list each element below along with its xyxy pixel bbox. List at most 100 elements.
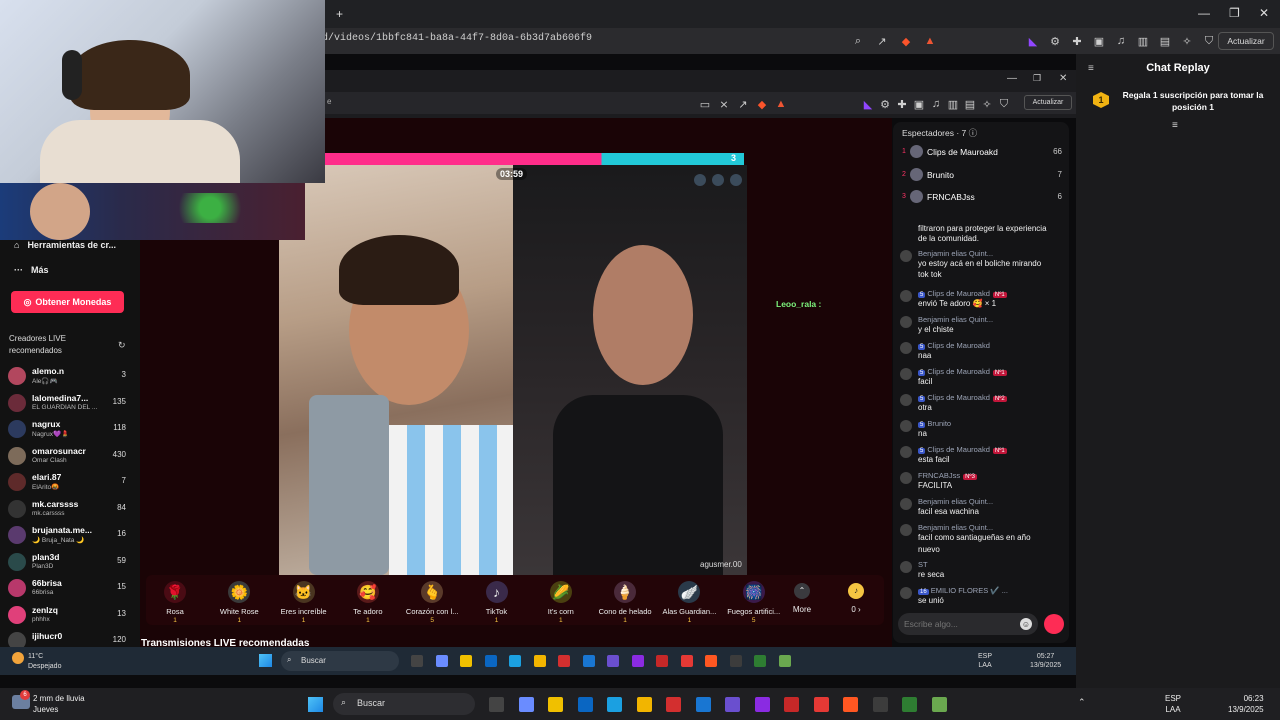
- creator-item[interactable]: nagrux Nagrux💜💄 118: [8, 418, 128, 444]
- language-indicator[interactable]: ESP LAA: [1165, 693, 1181, 715]
- inner-cast-icon[interactable]: ▭: [697, 96, 713, 112]
- chat-avatar[interactable]: [900, 561, 912, 573]
- chat-username-line[interactable]: ST: [918, 560, 928, 569]
- chat-input-box[interactable]: ☺: [898, 613, 1038, 635]
- extensions-puzzle-icon[interactable]: ✚: [1069, 33, 1085, 49]
- proton-icon[interactable]: [725, 697, 740, 712]
- streamer-icon[interactable]: [784, 697, 799, 712]
- outlook-icon[interactable]: [577, 697, 593, 712]
- tray-chevron-up-icon[interactable]: ⌃: [1078, 697, 1086, 708]
- creator-item[interactable]: omarosunacr Omar Clash 430: [8, 445, 128, 471]
- chat-avatar[interactable]: [900, 446, 912, 458]
- inner-twitch-icon[interactable]: ◣: [860, 96, 876, 112]
- inner-close-icon[interactable]: ✕: [1059, 73, 1067, 84]
- chat-username-line[interactable]: 5 Clips de Mauroakd Nº2: [918, 393, 1007, 402]
- viewer-row[interactable]: 1 Clips de Mauroakd 66: [902, 144, 1062, 164]
- viewer-row[interactable]: 2 Brunito 7: [902, 167, 1062, 187]
- chat-avatar[interactable]: [900, 587, 912, 599]
- sidebar-item-tools[interactable]: ⌂ Herramientas de cr...: [14, 240, 116, 250]
- emoji-icon[interactable]: ☺: [1020, 618, 1032, 630]
- extension-twitch-icon[interactable]: ◣: [1025, 33, 1041, 49]
- screenshot-icon[interactable]: ▣: [1091, 33, 1107, 49]
- creator-item[interactable]: brujanata.me... 🌙 Bruja_Nata 🌙 16: [8, 524, 128, 550]
- inner-brave-icon[interactable]: ◆: [754, 96, 770, 112]
- gift-item[interactable]: 🫰 Corazón con l... 5: [400, 578, 464, 624]
- get-coins-button[interactable]: ◎ Obtener Monedas: [11, 291, 124, 313]
- obs-icon[interactable]: [843, 697, 858, 712]
- chat-avatar[interactable]: [900, 290, 912, 302]
- rewards-icon[interactable]: ▲: [922, 33, 938, 49]
- chat-avatar[interactable]: [900, 420, 912, 432]
- sidebar-icon[interactable]: ▥: [1135, 33, 1151, 49]
- gift-item[interactable]: 🌼 White Rose 1: [207, 578, 271, 624]
- grass-icon[interactable]: [931, 697, 947, 712]
- taskbar-search-bar[interactable]: ⌕ Buscar: [333, 693, 475, 715]
- chat-username-line[interactable]: 5 Clips de Mauroakd Nº1: [918, 289, 1007, 298]
- inner-weather-icon[interactable]: [12, 652, 24, 664]
- chat-username-line[interactable]: Benjamin elias Quint...: [918, 249, 993, 258]
- creator-item[interactable]: zenlzq phhhx 13: [8, 604, 128, 630]
- gift-item[interactable]: 🌹 Rosa 1: [143, 578, 207, 624]
- inner-task-view-icon[interactable]: [411, 655, 423, 667]
- chat-avatar[interactable]: [900, 368, 912, 380]
- inner-grass-icon[interactable]: [778, 655, 791, 667]
- ai-icon[interactable]: ✧: [1179, 33, 1195, 49]
- inner-ai-icon[interactable]: ✧: [979, 96, 995, 112]
- files-icon[interactable]: [695, 697, 711, 712]
- edge-icon[interactable]: [607, 697, 622, 712]
- sidebar-item-more[interactable]: ··· Más: [14, 265, 49, 275]
- explorer-icon[interactable]: [636, 697, 652, 712]
- close-icon[interactable]: ✕: [1259, 6, 1269, 20]
- windows-start-icon[interactable]: [308, 697, 323, 712]
- inner-windows-start-icon[interactable]: [259, 654, 272, 667]
- creator-item[interactable]: plan3d Plan3D 59: [8, 551, 128, 577]
- inner-url[interactable]: e: [327, 97, 331, 106]
- inner-copilot-icon[interactable]: [435, 655, 448, 667]
- chat-avatar[interactable]: [900, 472, 912, 484]
- chat-username-line[interactable]: 5 Brunito: [918, 419, 951, 428]
- inner-edge-icon[interactable]: [509, 655, 521, 667]
- inner-share-icon[interactable]: ↗: [735, 96, 751, 112]
- inner-streamer-icon[interactable]: [656, 655, 668, 667]
- inner-rewards-icon[interactable]: ▲: [773, 96, 789, 112]
- more-gifts-button[interactable]: ⌃ More: [786, 583, 818, 614]
- task-view-icon[interactable]: [489, 697, 504, 712]
- inner-gear-icon[interactable]: ⚙: [877, 96, 893, 112]
- inner-update-button[interactable]: Actualizar: [1024, 95, 1072, 110]
- chat-username-line[interactable]: 16 EMILIO FLORES ✔️ ...: [918, 586, 1008, 595]
- inner-search-bar[interactable]: ⌕ Buscar: [281, 651, 399, 671]
- chat-username-line[interactable]: 5 Clips de Mauroakd Nº1: [918, 445, 1007, 454]
- chat-input[interactable]: [904, 617, 1014, 631]
- media-icon[interactable]: ♫: [1113, 33, 1129, 49]
- inner-mute-icon[interactable]: ⨯: [716, 96, 732, 112]
- inner-explorer-icon[interactable]: [533, 655, 546, 667]
- copilot-icon[interactable]: [518, 697, 534, 712]
- chat-username-line[interactable]: Benjamin elias Quint...: [918, 523, 993, 532]
- outer-update-button[interactable]: Actualizar: [1218, 32, 1274, 50]
- chat-avatar[interactable]: [900, 250, 912, 262]
- inner-wallet-icon[interactable]: ▤: [962, 96, 978, 112]
- vpn-icon[interactable]: ⛉: [1201, 33, 1217, 49]
- creator-item[interactable]: mk.carssss mk.carssss 84: [8, 498, 128, 524]
- refresh-icon[interactable]: ↻: [118, 340, 126, 351]
- brave-icon[interactable]: [813, 697, 829, 712]
- wallet-icon[interactable]: ▤: [1157, 33, 1173, 49]
- minecraft-icon[interactable]: [902, 697, 917, 712]
- inner-steam-icon[interactable]: [729, 655, 742, 667]
- weather-widget[interactable]: 2 mm de lluvia Jueves: [33, 693, 85, 715]
- creator-item[interactable]: elari.87 ElArito🤬 7: [8, 471, 128, 497]
- inner-media-icon[interactable]: ♫: [928, 96, 944, 112]
- restore-icon[interactable]: ❐: [1229, 6, 1240, 20]
- inner-sidebar-icon[interactable]: ▥: [945, 96, 961, 112]
- inner-clock[interactable]: 05:27 13/9/2025: [1030, 652, 1061, 670]
- minimize-icon[interactable]: —: [1198, 6, 1210, 20]
- chat-avatar[interactable]: [900, 498, 912, 510]
- gift-item[interactable]: 🎆 Fuegos artifici... 5: [722, 578, 786, 624]
- chat-avatar[interactable]: [900, 316, 912, 328]
- system-clock[interactable]: 06:23 13/9/2025: [1228, 693, 1264, 715]
- coin-balance[interactable]: ♪ 0 ›: [840, 583, 872, 614]
- chat-username-line[interactable]: 5 Clips de Mauroakd: [918, 341, 990, 350]
- chat-avatar[interactable]: [900, 342, 912, 354]
- inner-vpn-icon[interactable]: ⛉: [996, 96, 1012, 112]
- viewer-avatar-icon[interactable]: [694, 174, 706, 186]
